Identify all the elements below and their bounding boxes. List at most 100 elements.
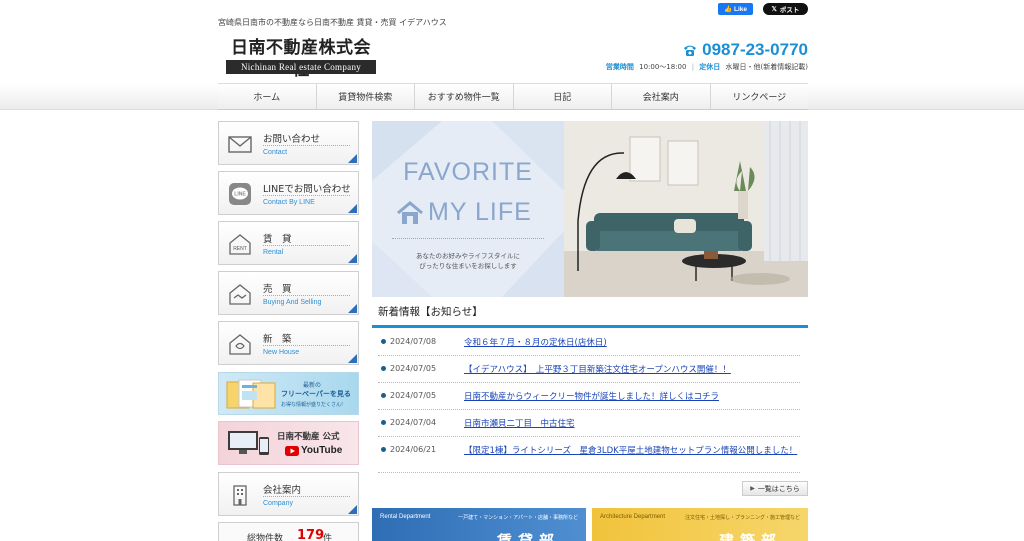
divider xyxy=(263,245,350,246)
svg-text:RENT: RENT xyxy=(233,246,247,252)
site-tagline: 宮崎県日南市の不動産なら日南不動産 賃貸・売買 イデアハウス xyxy=(218,18,447,27)
dept-name: 建築部 xyxy=(718,532,782,541)
sidebar-item-sublabel: Contact xyxy=(263,149,288,156)
news-date: 2024/07/04 xyxy=(390,418,437,427)
holiday-value: 水曜日・他(新着情報記載) xyxy=(725,63,808,71)
sidebar-item-sublabel: Contact By LINE xyxy=(263,199,315,206)
news-row: 2024/06/21 【限定1棟】ライトシリーズ 星倉3LDK平屋土地建物セット… xyxy=(378,437,800,473)
dept-tag: Architecture Department xyxy=(600,514,666,520)
free-paper-line2: フリーペーパーを見る xyxy=(281,390,351,398)
news-row: 2024/07/08 令和６年７月・８月の定休日(店休日) xyxy=(378,329,800,356)
sidebar-item-buying-selling[interactable]: 売 買 Buying And Selling xyxy=(218,271,359,315)
sidebar-item-sublabel: Company xyxy=(263,500,293,507)
news-date: 2024/07/05 xyxy=(390,364,437,373)
youtube-play-icon xyxy=(285,445,299,456)
sidebar-item-contact[interactable]: お問い合わせ Contact xyxy=(218,121,359,165)
bullet-icon xyxy=(381,447,386,452)
divider xyxy=(263,295,350,296)
hero-living-room-photo xyxy=(564,121,808,297)
news-date: 2024/07/05 xyxy=(390,391,437,400)
news-heading-rule xyxy=(372,325,808,328)
nav-item-links[interactable]: リンクページ xyxy=(711,84,809,109)
corner-arrow-icon xyxy=(348,254,357,263)
nav-item-rental-search[interactable]: 賃貸物件検索 xyxy=(317,84,415,109)
news-date: 2024/06/21 xyxy=(390,445,437,454)
sidebar-item-sublabel: New House xyxy=(263,349,300,356)
dept-name: 賃貸部 xyxy=(496,532,560,541)
total-count: 179 xyxy=(297,528,325,541)
youtube-banner-title: 日南不動産 公式 xyxy=(277,432,340,442)
free-paper-line3: お得な情報が盛りだくさん! xyxy=(281,402,344,408)
dept-desc: 注文住宅・土地探し・プランニング・施工管理など xyxy=(684,515,800,521)
facebook-like-label: Like xyxy=(734,5,748,13)
news-row: 2024/07/05 【イデアハウス】 上平野３丁目新築注文住宅オープンハウス開… xyxy=(378,356,800,383)
new-house-icon xyxy=(229,334,251,355)
nav-bar-right-fill xyxy=(808,83,1024,110)
global-nav: ホーム 賃貸物件検索 おすすめ物件一覧 日記 会社案内 リンクページ xyxy=(218,83,808,110)
holiday-label: 定休日 xyxy=(699,63,721,71)
hero-text-panel: FAVORITE MY LIFE あなたのお好みやライフスタイルに ぴったりな住… xyxy=(372,121,564,297)
corner-arrow-icon xyxy=(348,204,357,213)
sidebar-item-line-contact[interactable]: LINE LINEでお問い合わせ Contact By LINE xyxy=(218,171,359,215)
sidebar-item-new-house[interactable]: 新 築 New House xyxy=(218,321,359,365)
bullet-icon xyxy=(381,393,386,398)
nav-item-recommended[interactable]: おすすめ物件一覧 xyxy=(415,84,514,109)
divider xyxy=(263,496,350,497)
news-row: 2024/07/05 日南不動産からウィークリー物件が誕生しました！詳しくはコチ… xyxy=(378,383,800,410)
sidebar-item-sublabel: Buying And Selling xyxy=(263,299,322,306)
total-listings: 総物件数 179 件 xyxy=(218,522,359,541)
sidebar-item-label: お問い合わせ xyxy=(263,134,321,145)
sidebar-item-sublabel: Rental xyxy=(263,249,284,256)
x-logo-icon: 𝕏 xyxy=(771,6,777,13)
x-post-button[interactable]: 𝕏 ポスト xyxy=(763,3,808,15)
dept-tag: Rental Department xyxy=(380,514,431,520)
hours-label: 営業時間 xyxy=(605,63,634,71)
nav-item-home[interactable]: ホーム xyxy=(218,84,317,109)
divider xyxy=(263,345,350,346)
youtube-banner[interactable]: 日南不動産 公式 YouTube xyxy=(218,421,359,465)
news-more-button[interactable]: ▶ 一覧はこちら xyxy=(742,481,808,496)
free-paper-line1: 最新の xyxy=(303,382,322,389)
total-label: 総物件数 xyxy=(247,534,284,541)
rental-department-banner[interactable]: Rental Department 一戸建て・マンション・アパート・店舗・事務所… xyxy=(372,508,586,541)
corner-arrow-icon xyxy=(348,154,357,163)
hours-separator: | xyxy=(691,63,695,71)
business-hours: 営業時間 10:00～18:00 | 定休日 水曜日・他(新着情報記載) xyxy=(606,62,808,72)
news-link[interactable]: 【限定1棟】ライトシリーズ 星倉3LDK平屋土地建物セットプラン情報公開しました… xyxy=(464,445,800,458)
sidebar-item-label: 新 築 xyxy=(263,334,292,345)
phone-number[interactable]: 0987-23-0770 xyxy=(682,40,808,60)
hours-value: 10:00～18:00 xyxy=(639,63,687,71)
dept-desc: 一戸建て・マンション・アパート・店舗・事務所など xyxy=(458,515,578,521)
free-paper-banner[interactable]: 最新の フリーペーパーを見る お得な情報が盛りだくさん! xyxy=(218,372,359,415)
news-link[interactable]: 令和６年７月・８月の定休日(店休日) xyxy=(464,337,800,350)
nav-item-company[interactable]: 会社案内 xyxy=(612,84,711,109)
divider xyxy=(263,195,350,196)
hero-title-line1: FAVORITE xyxy=(403,158,533,186)
total-unit: 件 xyxy=(323,534,333,541)
sidebar-item-rental[interactable]: RENT 賃 貸 Rental xyxy=(218,221,359,265)
news-link[interactable]: 日南市瀬貝二丁目 中古住宅 xyxy=(464,418,800,431)
news-date: 2024/07/08 xyxy=(390,337,437,346)
architecture-department-banner[interactable]: Architecture Department 注文住宅・土地探し・プランニング… xyxy=(592,508,808,541)
building-icon xyxy=(233,485,247,506)
news-more-label: 一覧はこちら xyxy=(757,484,800,493)
company-logo-en[interactable]: Nichinan Real estate Company xyxy=(226,60,376,74)
hero-subtitle-line1: あなたのお好みやライフスタイルに xyxy=(416,252,520,260)
facebook-like-button[interactable]: 👍 Like xyxy=(718,3,753,15)
hero-divider xyxy=(392,238,544,239)
house-icon xyxy=(397,201,423,224)
news-link[interactable]: 日南不動産からウィークリー物件が誕生しました！詳しくはコチラ xyxy=(464,391,800,404)
youtube-wordmark: YouTube xyxy=(301,445,343,456)
phone-icon xyxy=(684,45,697,56)
news-link[interactable]: 【イデアハウス】 上平野３丁目新築注文住宅オープンハウス開催！！ xyxy=(464,364,800,377)
nav-bar-left-fill xyxy=(0,83,218,110)
sidebar-item-label: 売 買 xyxy=(263,284,292,295)
x-post-label: ポスト xyxy=(779,7,800,14)
devices-thumbnail-icon xyxy=(228,431,269,455)
sidebar-item-company[interactable]: 会社案内 Company xyxy=(218,472,359,516)
divider xyxy=(263,145,350,146)
company-logo-jp[interactable]: 日南不動産株式会社 xyxy=(226,37,376,81)
thumbs-up-icon: 👍 xyxy=(723,6,733,13)
nav-item-diary[interactable]: 日記 xyxy=(514,84,612,109)
living-room-illustration xyxy=(564,121,808,297)
